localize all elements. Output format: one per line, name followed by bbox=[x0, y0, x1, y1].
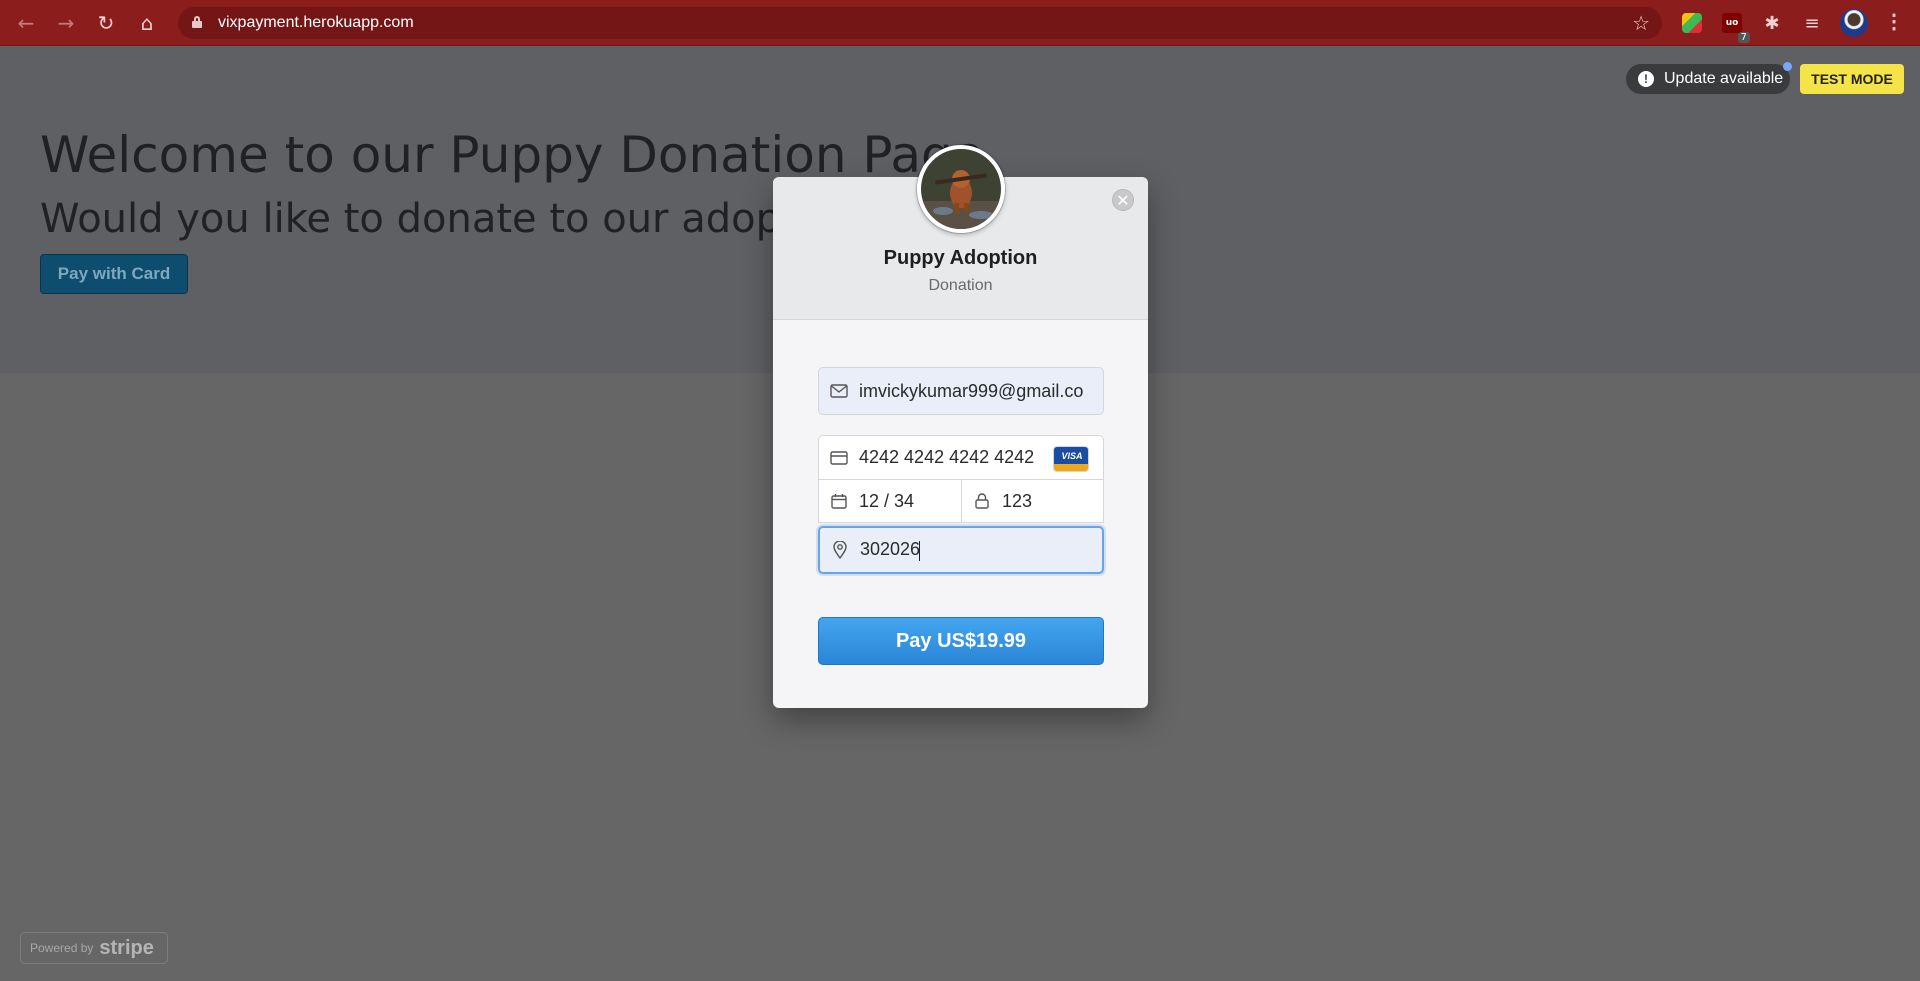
stripe-logo: stripe bbox=[99, 936, 154, 959]
checkout-modal: ✕ Puppy Adoption Donation imvickykumar99… bbox=[773, 145, 1148, 708]
checkout-header: ✕ Puppy Adoption Donation bbox=[773, 145, 1148, 320]
forward-icon[interactable]: → bbox=[52, 9, 80, 37]
location-pin-icon bbox=[830, 540, 850, 560]
update-available-button[interactable]: ! Update available bbox=[1626, 62, 1792, 94]
color-extension-icon[interactable] bbox=[1680, 11, 1704, 35]
home-icon[interactable]: ⌂ bbox=[133, 9, 161, 37]
reading-list-icon[interactable]: ≡ bbox=[1800, 11, 1824, 35]
email-value: imvickykumar999@gmail.co bbox=[859, 380, 1084, 401]
zip-value: 302026 bbox=[860, 539, 921, 561]
profile-avatar[interactable] bbox=[1840, 9, 1868, 37]
cvc-field[interactable]: 123 bbox=[961, 479, 1104, 523]
cvc-value: 123 bbox=[1002, 490, 1033, 511]
browser-menu-icon[interactable]: ⋮ bbox=[1884, 9, 1904, 34]
reload-icon[interactable]: ↻ bbox=[92, 9, 120, 37]
puppy-logo-image bbox=[917, 145, 1005, 233]
address-bar[interactable]: vixpayment.herokuapp.com ☆ bbox=[178, 7, 1662, 39]
notification-dot bbox=[1783, 62, 1792, 71]
pay-button[interactable]: Pay US$19.99 bbox=[818, 617, 1104, 665]
lock-icon[interactable] bbox=[192, 16, 202, 28]
zip-code-field[interactable]: 302026 bbox=[818, 526, 1104, 574]
extension-badge: 7 bbox=[1737, 32, 1750, 43]
close-icon[interactable]: ✕ bbox=[1112, 189, 1134, 211]
visa-card-icon: VISA bbox=[1053, 446, 1089, 472]
expiry-field[interactable]: 12 / 34 bbox=[818, 479, 962, 523]
back-icon[interactable]: ← bbox=[12, 9, 40, 37]
puzzle-extensions-icon[interactable]: ✱ bbox=[1760, 11, 1784, 35]
page-heading: Welcome to our Puppy Donation Page bbox=[40, 126, 984, 184]
update-label: Update available bbox=[1664, 70, 1784, 87]
browser-toolbar: ← → ↻ ⌂ vixpayment.herokuapp.com ☆ uo 7 … bbox=[0, 0, 1920, 46]
ublock-extension-icon[interactable]: uo 7 bbox=[1720, 11, 1750, 43]
powered-prefix: Powered by bbox=[30, 941, 94, 955]
alert-icon: ! bbox=[1638, 71, 1654, 87]
expiry-value: 12 / 34 bbox=[859, 490, 915, 511]
bookmark-star-icon[interactable]: ☆ bbox=[1632, 11, 1650, 35]
checkout-title: Puppy Adoption bbox=[883, 247, 1038, 269]
email-field[interactable]: imvickykumar999@gmail.co bbox=[818, 367, 1104, 415]
card-number-value: 4242 4242 4242 4242 bbox=[859, 447, 1035, 467]
address-url[interactable]: vixpayment.herokuapp.com bbox=[218, 14, 414, 32]
card-brand-label: VISA bbox=[1061, 451, 1083, 461]
pay-with-card-button[interactable]: Pay with Card bbox=[40, 254, 188, 294]
calendar-icon bbox=[829, 491, 849, 511]
test-mode-badge: TEST MODE bbox=[1800, 64, 1904, 94]
checkout-subtitle: Donation bbox=[928, 277, 993, 294]
credit-card-icon bbox=[829, 448, 849, 468]
envelope-icon bbox=[829, 381, 849, 401]
page-subheading: Would you like to donate to our adoptio bbox=[40, 196, 833, 242]
lock-icon bbox=[972, 491, 992, 511]
card-number-field[interactable]: 4242 4242 4242 4242 VISA bbox=[818, 435, 1104, 480]
powered-by-stripe[interactable]: Powered by stripe bbox=[20, 932, 168, 964]
